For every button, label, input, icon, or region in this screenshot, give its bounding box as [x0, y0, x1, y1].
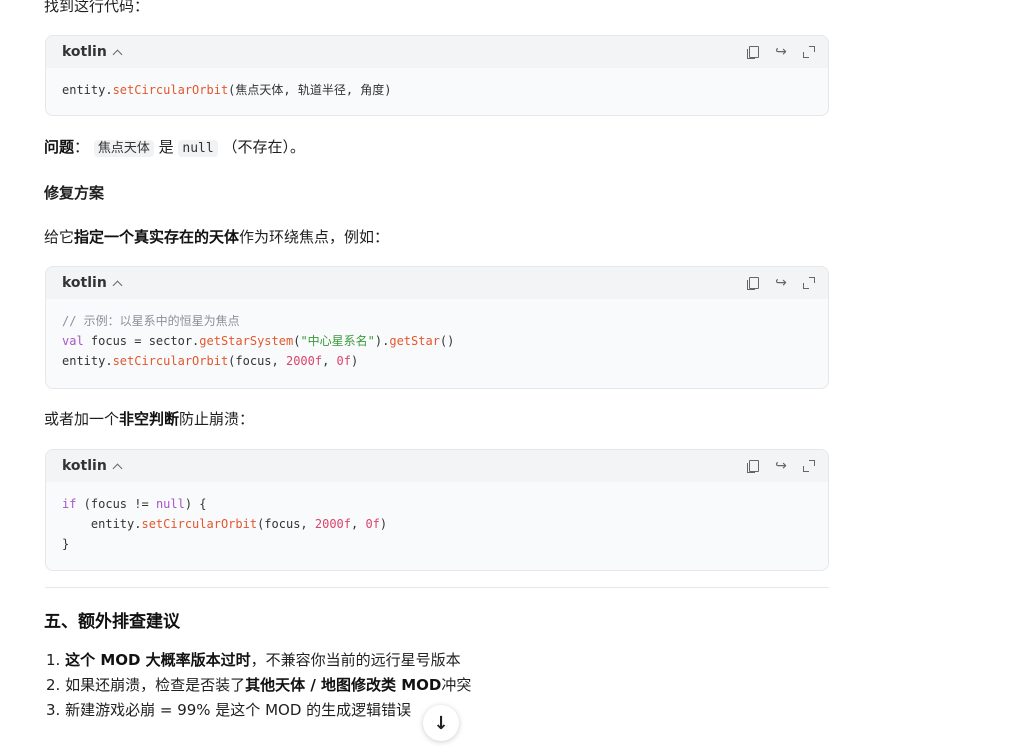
problem-line: 问题： 焦点天体 是 null （不存在）。 — [44, 138, 305, 157]
expand-icon[interactable] — [802, 45, 816, 59]
chevron-up-icon — [112, 463, 123, 473]
list-item: 3. 新建游戏必崩 = 99% 是这个 MOD 的生成逻辑错误 — [46, 701, 412, 719]
suggestion-list: 1. 这个 MOD 大概率版本过时，不兼容你当前的远行星号版本 2. 如果还崩溃… — [46, 649, 471, 721]
list-item: 1. 这个 MOD 大概率版本过时，不兼容你当前的远行星号版本 — [46, 651, 461, 669]
code-header: kotlin ↪ — [46, 36, 828, 68]
code-content: if (focus != null) { entity.setCircularO… — [62, 497, 388, 551]
copy-icon[interactable] — [746, 276, 760, 290]
share-icon[interactable]: ↪ — [774, 459, 788, 473]
arrow-down-icon: ↓ — [433, 712, 449, 734]
scroll-to-bottom-button[interactable]: ↓ — [423, 705, 459, 741]
intro-line: 找到这行代码： — [44, 0, 150, 15]
code-language-label: kotlin — [62, 458, 107, 474]
code-block-2: kotlin ↪ // 示例：以星系中的恒星为焦点 val focus = se… — [45, 266, 829, 389]
code-header: kotlin ↪ — [46, 450, 828, 482]
code-content: entity.setCircularOrbit(焦点天体, 轨道半径, 角度) — [62, 83, 392, 97]
inline-code-focus: 焦点天体 — [93, 140, 154, 157]
code-content: // 示例：以星系中的恒星为焦点 val focus = sector.getS… — [62, 314, 455, 368]
fix-text: 给它指定一个真实存在的天体作为环绕焦点，例如： — [44, 228, 390, 246]
fix-heading: 修复方案 — [44, 184, 105, 202]
chevron-up-icon — [112, 49, 123, 59]
code-block-3: kotlin ↪ if (focus != null) { entity.set… — [45, 449, 829, 571]
problem-label: 问题 — [44, 138, 75, 156]
inline-code-null: null — [178, 140, 218, 157]
section-divider — [45, 587, 829, 588]
code-language-label: kotlin — [62, 44, 107, 60]
share-icon[interactable]: ↪ — [774, 276, 788, 290]
section-title: 五、额外排查建议 — [44, 612, 180, 632]
chevron-up-icon — [112, 280, 123, 290]
code-language-toggle[interactable]: kotlin — [62, 275, 123, 291]
copy-icon[interactable] — [746, 45, 760, 59]
expand-icon[interactable] — [802, 276, 816, 290]
copy-icon[interactable] — [746, 459, 760, 473]
code-block-1: kotlin ↪ entity.setCircularOrbit(焦点天体, 轨… — [45, 35, 829, 116]
alt-text: 或者加一个非空判断防止崩溃： — [44, 410, 255, 428]
code-language-toggle[interactable]: kotlin — [62, 44, 123, 60]
expand-icon[interactable] — [802, 459, 816, 473]
code-language-toggle[interactable]: kotlin — [62, 458, 123, 474]
code-language-label: kotlin — [62, 275, 107, 291]
share-icon[interactable]: ↪ — [774, 45, 788, 59]
code-header: kotlin ↪ — [46, 267, 828, 299]
list-item: 2. 如果还崩溃，检查是否装了其他天体 / 地图修改类 MOD冲突 — [46, 676, 472, 694]
